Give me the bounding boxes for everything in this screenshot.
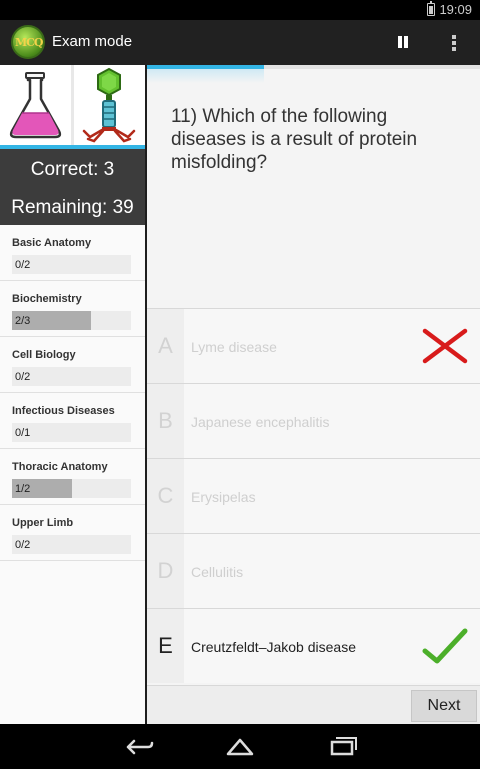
category-item[interactable]: Upper Limb 0/2 [0,505,145,561]
question-panel: 11) Which of the following diseases is a… [147,65,480,724]
option-letter: B [158,408,173,433]
home-icon[interactable] [220,732,260,762]
category-score: 2/3 [15,315,31,327]
back-icon[interactable] [118,732,158,762]
category-score: 1/2 [15,483,31,495]
option-letter-cell: C [147,459,184,533]
category-score: 0/1 [15,427,31,439]
category-score: 0/2 [15,259,31,271]
option-letter-cell: B [147,384,184,458]
flask-icon[interactable] [0,65,71,145]
answer-options: A Lyme disease B Japanese encephalitis C Erys… [147,308,480,683]
category-name: Cell Biology [12,349,76,361]
category-item[interactable]: Infectious Diseases 0/1 [0,393,145,449]
category-name: Infectious Diseases [12,405,115,417]
category-score: 0/2 [15,539,31,551]
answer-option-d[interactable]: D Cellulitis [147,533,480,608]
battery-icon [427,1,436,16]
answer-option-c[interactable]: C Erysipelas [147,458,480,533]
virus-icon[interactable] [74,65,145,145]
app-title: Exam mode [52,33,133,50]
app-logo-text: MCQ [15,36,43,49]
category-progress-bar: 0/2 [12,367,131,386]
app-logo-icon[interactable]: MCQ [11,25,45,59]
status-time: 19:09 [439,2,472,17]
option-letter: E [158,633,173,658]
answer-option-b[interactable]: B Japanese encephalitis [147,383,480,458]
option-letter-cell: A [147,309,184,383]
category-score: 0/2 [15,371,31,383]
status-right: 19:09 [427,1,472,17]
wrong-answer-icon [422,328,468,364]
category-name: Upper Limb [12,517,74,529]
category-name: Basic Anatomy [12,237,92,249]
left-panel: Correct: 3 Remaining: 39 Basic Anatomy 0/… [0,65,147,724]
category-progress-bar: 0/1 [12,423,131,442]
option-letter-cell: E [147,609,184,683]
progress-glow [147,69,264,83]
option-text: Lyme disease [191,339,277,355]
category-name: Thoracic Anatomy [12,461,108,473]
action-bar: MCQ Exam mode [0,20,480,65]
category-progress-bar: 2/3 [12,311,131,330]
option-letter: D [157,558,174,583]
bottom-bar: Next [147,685,480,724]
category-name: Biochemistry [12,293,82,305]
category-item[interactable]: Thoracic Anatomy 1/2 [0,449,145,505]
answer-option-e[interactable]: E Creutzfeldt–Jakob disease [147,608,480,683]
correct-answer-icon [422,628,468,664]
option-text: Erysipelas [191,489,256,505]
overflow-menu-button[interactable] [444,31,464,53]
option-text: Cellulitis [191,564,244,580]
pause-button[interactable] [393,31,413,53]
recent-apps-icon[interactable] [322,732,362,762]
category-item[interactable]: Basic Anatomy 0/2 [0,225,145,281]
option-text: Japanese encephalitis [191,414,330,430]
status-bar: 19:09 [0,0,480,20]
category-progress-bar: 0/2 [12,535,131,554]
category-progress-bar: 1/2 [12,479,131,498]
option-letter-cell: D [147,534,184,608]
option-text: Creutzfeldt–Jakob disease [191,639,356,655]
question-text: 11) Which of the following diseases is a… [171,106,418,173]
navigation-bar [0,724,480,769]
category-icons [0,65,145,145]
answer-option-a[interactable]: A Lyme disease [147,308,480,383]
category-progress-bar: 0/2 [12,255,131,274]
score-box: Correct: 3 Remaining: 39 [0,149,145,225]
category-item[interactable]: Biochemistry 2/3 [0,281,145,337]
remaining-count: Remaining: 39 [11,197,134,218]
correct-count: Correct: 3 [30,159,115,180]
option-letter: C [157,483,174,508]
next-button[interactable]: Next [411,690,477,722]
category-list: Basic Anatomy 0/2 Biochemistry 2/3 Cell Biol… [0,225,145,561]
option-letter: A [158,333,173,358]
category-item[interactable]: Cell Biology 0/2 [0,337,145,393]
